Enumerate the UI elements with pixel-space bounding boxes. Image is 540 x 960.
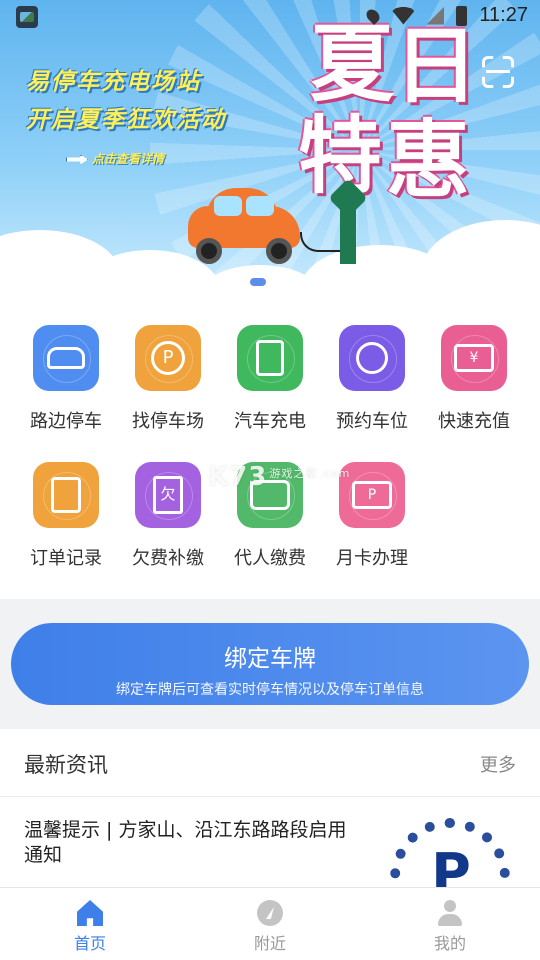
- bottom-nav: 首页 附近 我的: [0, 887, 540, 960]
- nav-home[interactable]: 首页: [0, 888, 180, 960]
- nav-nearby[interactable]: 附近: [180, 888, 360, 960]
- car-illustration: [188, 188, 300, 264]
- feature-label: 路边停车: [30, 411, 102, 432]
- bind-plate-section: 绑定车牌 绑定车牌后可查看实时停车情况以及停车订单信息: [0, 599, 540, 729]
- pointer-arrow-icon: [66, 154, 88, 165]
- big-title-char: 惠: [386, 111, 471, 209]
- banner-headline-2: 开启夏季狂欢活动: [26, 107, 226, 133]
- news-thumbnail: P: [386, 814, 516, 887]
- watermark-domain: .com: [319, 467, 351, 480]
- banner-details-label: 点击查看详情: [92, 152, 165, 166]
- feature-quick-recharge[interactable]: ¥ 快速充值: [424, 325, 524, 433]
- status-time: 11:27: [479, 4, 528, 26]
- parking-sign-letter: P: [426, 844, 476, 887]
- compass-icon: [257, 900, 283, 926]
- watermark-text: K73: [208, 462, 268, 492]
- banner-details-link[interactable]: 点击查看详情: [66, 150, 164, 167]
- feature-label: 订单记录: [30, 548, 102, 569]
- news-more-link[interactable]: 更多: [480, 751, 516, 777]
- signal-icon: [426, 6, 445, 25]
- location-icon: [364, 6, 383, 25]
- nav-mine[interactable]: 我的: [360, 888, 540, 960]
- gallery-notification-icon: [16, 6, 38, 28]
- banner-big-title: 夏 日 特 惠: [296, 22, 486, 212]
- feature-ev-charging[interactable]: 汽车充电: [220, 325, 320, 433]
- bind-plate-subtitle: 绑定车牌后可查看实时停车情况以及停车订单信息: [116, 682, 424, 698]
- news-section: 最新资讯 更多 温馨提示 | 方家山、沿江东路路段启用通知 P: [0, 729, 540, 887]
- parking-search-icon: P: [135, 325, 201, 391]
- carousel-dot[interactable]: [282, 278, 290, 286]
- carousel-dot-active[interactable]: [250, 278, 266, 286]
- scan-qr-button[interactable]: [482, 56, 514, 88]
- feature-grid: 路边停车 P 找停车场 汽车充电 预约车位 ¥ 快速充值 订单记录 欠 欠费补缴…: [0, 295, 540, 599]
- feature-order-records[interactable]: 订单记录: [16, 462, 116, 570]
- watermark-sub: 游戏之家: [269, 467, 318, 480]
- feature-reserve-spot[interactable]: 预约车位: [322, 325, 422, 433]
- nav-label: 首页: [73, 934, 106, 953]
- car-icon: [33, 325, 99, 391]
- bind-plate-title: 绑定车牌: [224, 646, 316, 672]
- news-item[interactable]: 温馨提示 | 方家山、沿江东路路段启用通知 P: [0, 798, 540, 887]
- nav-label: 附近: [253, 934, 286, 953]
- feature-label: 代人缴费: [234, 548, 306, 569]
- carousel-dot[interactable]: [270, 278, 278, 286]
- battery-icon: [456, 5, 468, 26]
- wifi-icon: [392, 6, 415, 25]
- site-watermark: K73 游戏之家 .com: [208, 462, 350, 492]
- status-bar: 11:27: [0, 0, 540, 36]
- feature-label: 快速充值: [438, 411, 510, 432]
- feature-roadside-parking[interactable]: 路边停车: [16, 325, 116, 433]
- feature-label: 汽车充电: [234, 411, 306, 432]
- feature-label: 预约车位: [336, 411, 408, 432]
- charging-station-icon: [237, 325, 303, 391]
- promo-banner[interactable]: 11:27 易停车充电场站 开启夏季狂欢活动 点击查看详情 夏 日 特 惠: [0, 0, 540, 295]
- arrears-receipt-icon: 欠: [135, 462, 201, 528]
- feature-label: 月卡办理: [336, 548, 408, 569]
- news-section-title: 最新资讯: [24, 753, 108, 777]
- feature-label: 欠费补缴: [132, 548, 204, 569]
- carousel-indicator: [250, 278, 290, 286]
- reservation-clock-icon: [339, 325, 405, 391]
- home-icon: [77, 900, 103, 926]
- recharge-ticket-icon: ¥: [441, 325, 507, 391]
- big-title-char: 日: [394, 17, 479, 115]
- news-item-title: 温馨提示 | 方家山、沿江东路路段启用通知: [24, 819, 347, 866]
- order-list-icon: [33, 462, 99, 528]
- feature-pay-arrears[interactable]: 欠 欠费补缴: [118, 462, 218, 570]
- feature-find-parking-lot[interactable]: P 找停车场: [118, 325, 218, 433]
- charger-illustration: [328, 178, 368, 264]
- user-icon: [437, 900, 463, 926]
- news-header: 最新资讯 更多: [0, 729, 540, 797]
- nav-label: 我的: [433, 934, 466, 953]
- feature-label: 找停车场: [132, 411, 204, 432]
- banner-headline-1: 易停车充电场站: [26, 69, 201, 95]
- bind-plate-button[interactable]: 绑定车牌 绑定车牌后可查看实时停车情况以及停车订单信息: [11, 623, 529, 705]
